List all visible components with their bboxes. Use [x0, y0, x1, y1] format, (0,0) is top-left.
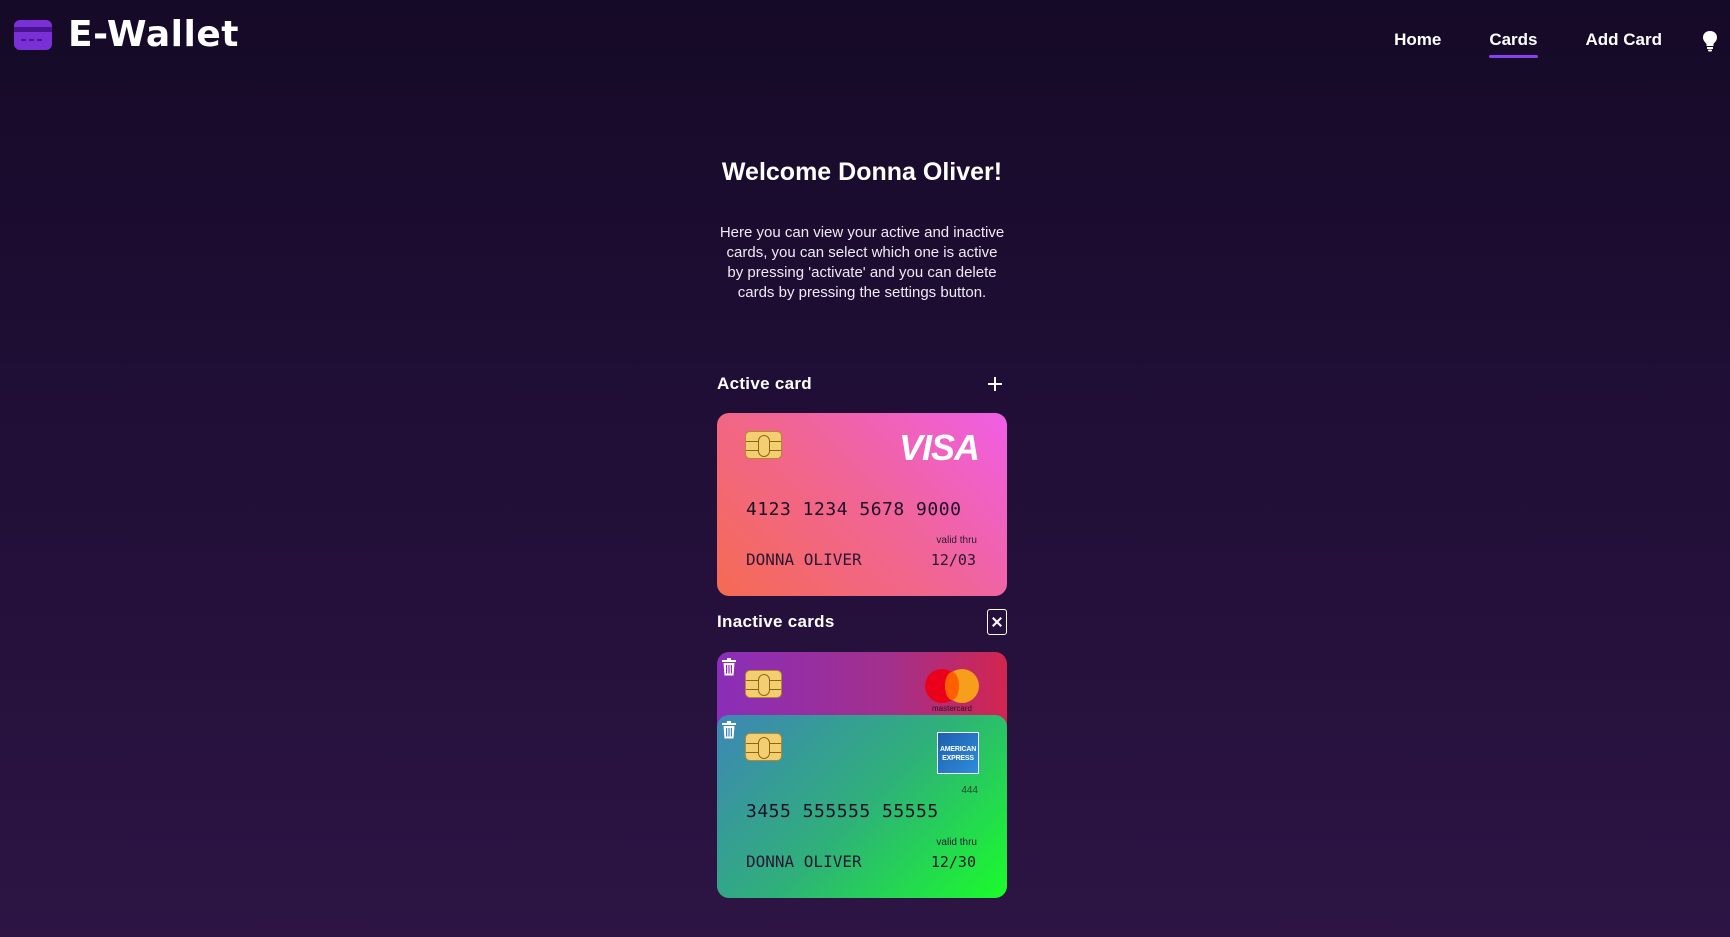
valid-thru-label: valid thru — [936, 535, 977, 546]
card-expiry: 12/03 — [930, 551, 976, 569]
page-title: Welcome Donna Oliver! — [721, 158, 1003, 186]
chip-icon — [745, 670, 782, 698]
credit-card-icon — [14, 19, 52, 50]
app-title: E-Wallet — [68, 14, 239, 55]
card-number: 4123 1234 5678 9000 — [746, 499, 962, 520]
main-nav: Home Cards Add Card — [1394, 30, 1662, 70]
nav-add-card[interactable]: Add Card — [1586, 30, 1663, 58]
visa-logo: VISA — [898, 427, 980, 468]
card-expiry: 12/30 — [930, 853, 976, 871]
card-holder: DONNA OLIVER — [746, 550, 862, 569]
chip-icon — [745, 431, 782, 459]
inactive-cards-title: Inactive cards — [717, 612, 835, 631]
card-cvv: 444 — [961, 785, 978, 796]
plus-icon[interactable] — [983, 372, 1007, 396]
mastercard-label: mastercard — [931, 704, 972, 713]
cards-page: Welcome Donna Oliver! Here you can view … — [717, 158, 1007, 898]
card-holder: DONNA OLIVER — [746, 852, 862, 871]
nav-home[interactable]: Home — [1394, 30, 1441, 58]
active-card-header: Active card — [717, 372, 1007, 396]
active-card[interactable]: VISA 4123 1234 5678 9000 valid thru DONN… — [717, 413, 1007, 596]
mastercard-logo: mastercard — [925, 669, 979, 713]
inactive-cards-header: Inactive cards — [717, 609, 1007, 635]
lightbulb-icon[interactable] — [1702, 30, 1718, 52]
trash-icon[interactable] — [721, 658, 737, 676]
card-number: 3455 555555 55555 — [746, 801, 939, 822]
amex-logo-line2: EXPRESS — [942, 755, 974, 762]
page-description: Here you can view your active and inacti… — [719, 224, 1005, 301]
nav-cards[interactable]: Cards — [1489, 30, 1538, 58]
amex-logo: AMERICAN EXPRESS — [937, 732, 979, 774]
app-logo[interactable]: E-Wallet — [14, 14, 239, 55]
chip-icon — [745, 733, 782, 761]
active-card-title: Active card — [717, 374, 812, 393]
valid-thru-label: valid thru — [936, 837, 977, 848]
close-icon[interactable] — [987, 609, 1007, 635]
inactive-card-amex[interactable]: AMERICAN EXPRESS 444 3455 555555 55555 v… — [717, 715, 1007, 898]
amex-logo-line1: AMERICAN — [939, 746, 977, 753]
trash-icon[interactable] — [721, 721, 737, 739]
